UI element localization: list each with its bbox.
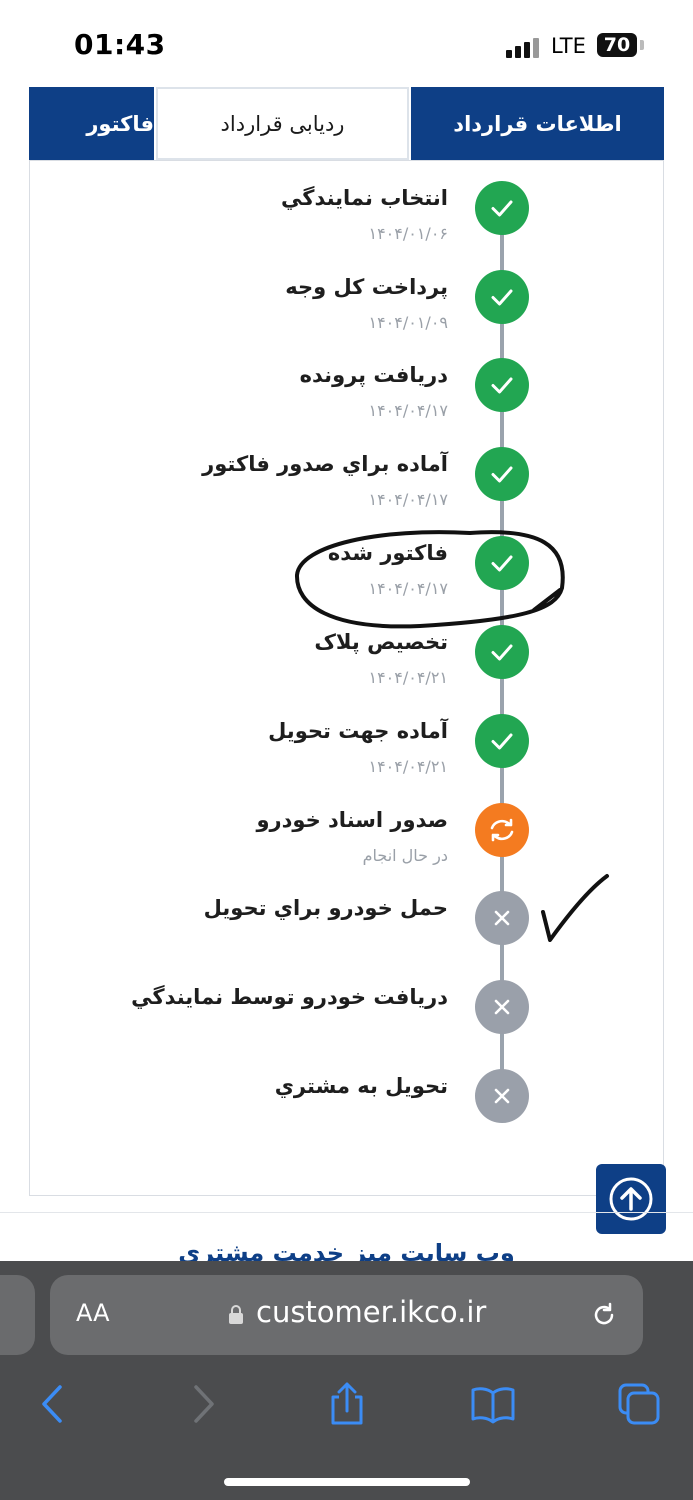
step-date: ۱۴۰۴/۰۱/۰۹ — [368, 313, 448, 332]
network-type: LTE — [551, 34, 586, 58]
url-text[interactable]: customer.ikco.ir — [256, 1295, 486, 1329]
step-title: تخصيص پلاک — [314, 630, 448, 654]
step-title: دريافت پرونده — [299, 363, 448, 387]
back-icon[interactable] — [30, 1381, 76, 1427]
reload-icon[interactable] — [590, 1301, 618, 1329]
check-icon — [475, 625, 529, 679]
step-title: صدور اسناد خودرو — [256, 808, 449, 832]
timeline-step: فاکتور شده ۱۴۰۴/۰۴/۱۷ — [30, 536, 630, 616]
timeline-step: حمل خودرو براي تحويل — [30, 891, 630, 971]
step-title: آماده براي صدور فاکتور — [202, 452, 448, 476]
tab-contract-info[interactable]: اطلاعات قرارداد — [411, 87, 664, 160]
battery-tip — [640, 40, 644, 50]
step-title: انتخاب نمايندگي — [281, 186, 448, 210]
cross-icon — [475, 980, 529, 1034]
step-title: فاکتور شده — [327, 541, 448, 565]
battery-icon: 70 — [597, 33, 637, 57]
contract-tabs: اطلاعات قرارداد ردیابی قرارداد فاکتور — [29, 87, 664, 160]
previous-tab-preview[interactable] — [0, 1275, 35, 1355]
footer-heading: وب سایت میز خدمت مشتری — [178, 1239, 515, 1261]
status-bar: 01:43 LTE 70 — [0, 0, 693, 88]
step-title: حمل خودرو براي تحويل — [203, 896, 448, 920]
step-title: تحويل به مشتري — [274, 1074, 448, 1098]
timeline-step: تخصيص پلاک ۱۴۰۴/۰۴/۲۱ — [30, 625, 630, 705]
step-title: آماده جهت تحويل — [268, 719, 448, 743]
forward-icon[interactable] — [180, 1381, 226, 1427]
bookmarks-icon[interactable] — [470, 1381, 516, 1427]
timeline-step: تحويل به مشتري — [30, 1069, 630, 1149]
browser-toolbar: AA customer.ikco.ir — [0, 1261, 693, 1500]
scroll-to-top-button[interactable] — [596, 1164, 666, 1234]
step-date: ۱۴۰۴/۰۴/۲۱ — [368, 757, 448, 776]
step-status: در حال انجام — [362, 846, 448, 865]
check-icon — [475, 270, 529, 324]
cross-icon — [475, 1069, 529, 1123]
check-icon — [475, 447, 529, 501]
step-date: ۱۴۰۴/۰۴/۱۷ — [368, 490, 448, 509]
timeline-step: صدور اسناد خودرو در حال انجام — [30, 803, 630, 883]
lock-icon — [229, 1305, 243, 1324]
signal-icon — [506, 36, 546, 58]
timeline-step: آماده براي صدور فاکتور ۱۴۰۴/۰۴/۱۷ — [30, 447, 630, 527]
address-bar[interactable]: AA customer.ikco.ir — [50, 1275, 643, 1355]
arrow-up-icon — [609, 1177, 653, 1221]
timeline-step: پرداخت کل وجه ۱۴۰۴/۰۱/۰۹ — [30, 270, 630, 350]
tabs-icon[interactable] — [616, 1381, 662, 1427]
share-icon[interactable] — [324, 1381, 370, 1427]
clock: 01:43 — [74, 28, 166, 61]
step-title: پرداخت کل وجه — [285, 275, 448, 299]
home-indicator — [224, 1478, 470, 1486]
check-icon — [475, 358, 529, 412]
step-date: ۱۴۰۴/۰۴/۲۱ — [368, 668, 448, 687]
timeline-step: دريافت خودرو توسط نمايندگي — [30, 980, 630, 1060]
tab-invoice[interactable]: فاکتور — [29, 87, 154, 160]
reader-settings-button[interactable]: AA — [76, 1299, 110, 1327]
check-icon — [475, 536, 529, 590]
check-icon — [475, 714, 529, 768]
check-icon — [475, 181, 529, 235]
timeline-step: آماده جهت تحويل ۱۴۰۴/۰۴/۲۱ — [30, 714, 630, 794]
sync-icon — [475, 803, 529, 857]
timeline-step: انتخاب نمايندگي ۱۴۰۴/۰۱/۰۶ — [30, 181, 630, 261]
step-date: ۱۴۰۴/۰۴/۱۷ — [368, 579, 448, 598]
step-date: ۱۴۰۴/۰۴/۱۷ — [368, 401, 448, 420]
cross-icon — [475, 891, 529, 945]
step-date: ۱۴۰۴/۰۱/۰۶ — [368, 224, 448, 243]
divider — [0, 1212, 693, 1213]
timeline-step: دريافت پرونده ۱۴۰۴/۰۴/۱۷ — [30, 358, 630, 438]
tab-contract-tracking[interactable]: ردیابی قرارداد — [156, 87, 409, 160]
step-title: دريافت خودرو توسط نمايندگي — [131, 985, 448, 1009]
